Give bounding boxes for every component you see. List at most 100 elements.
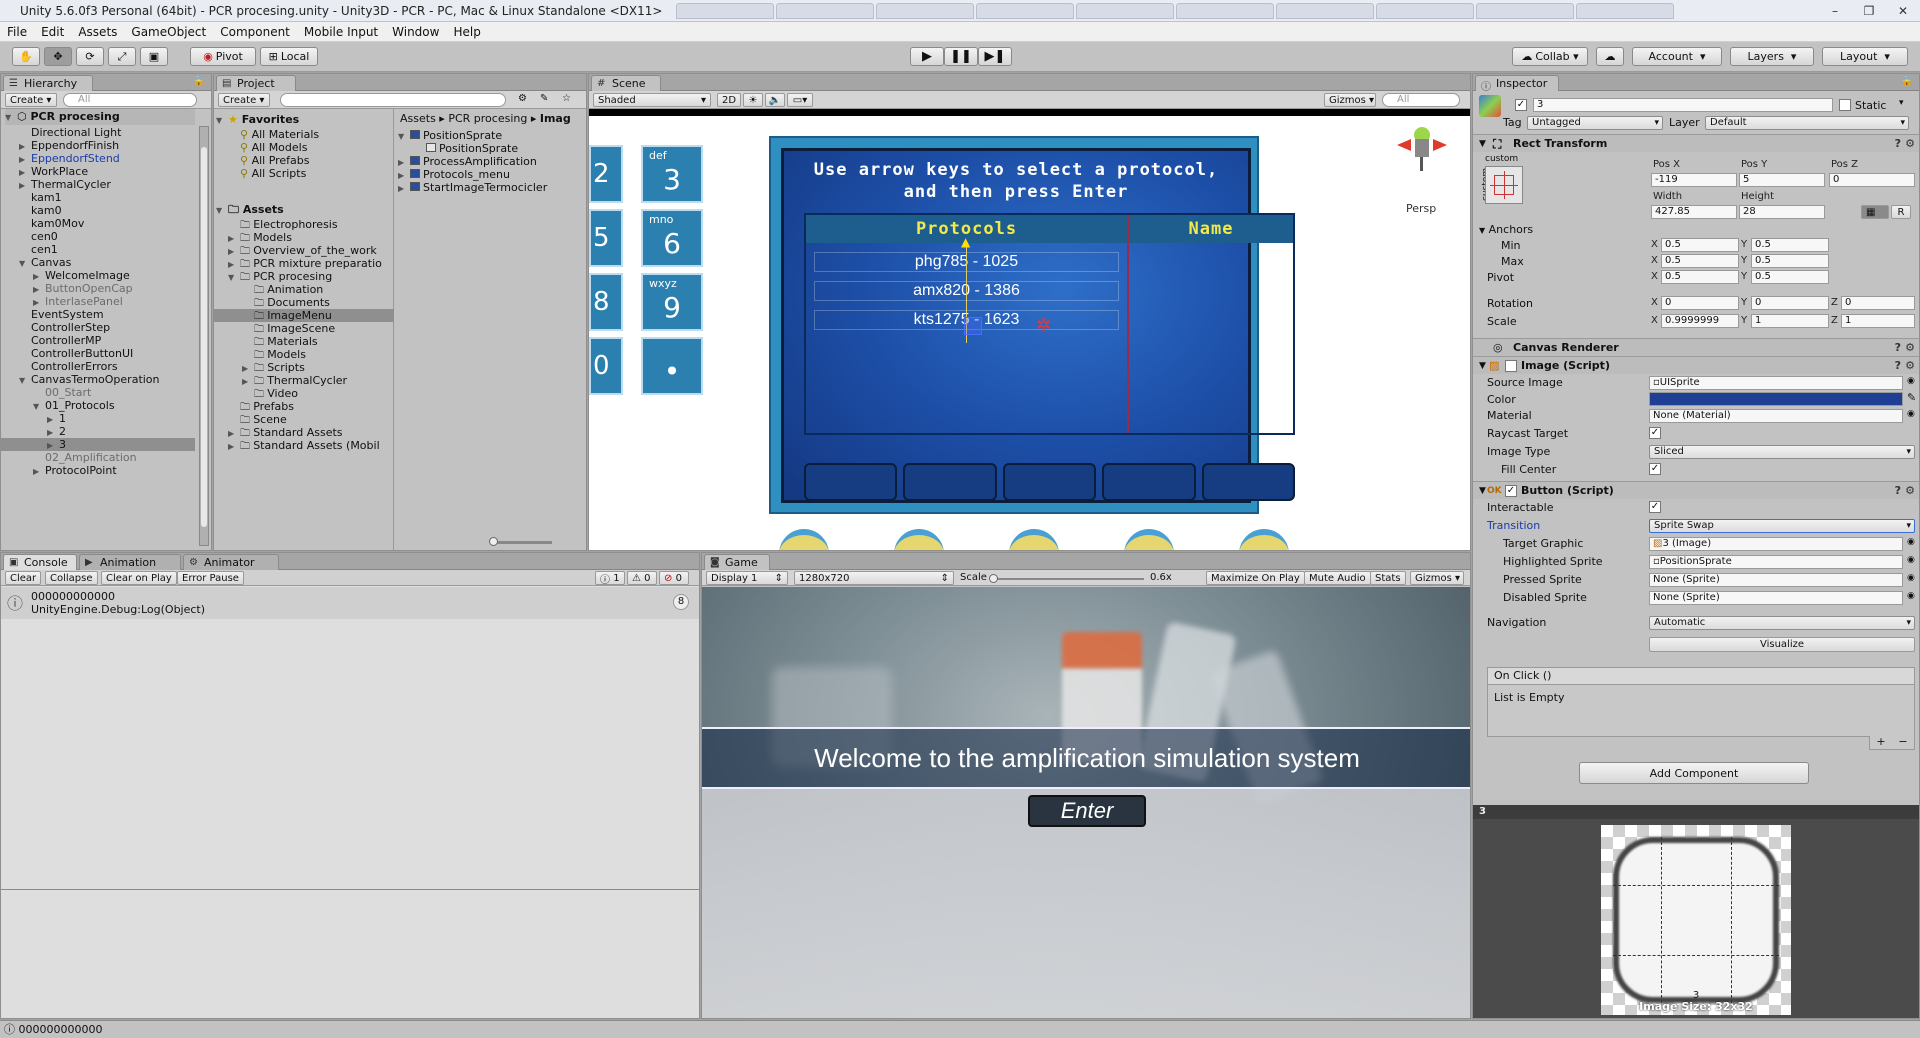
- asset-folder-item[interactable]: ▶ 🗀 ThermalCycler: [214, 374, 394, 387]
- scrollbar-thumb[interactable]: [201, 147, 207, 527]
- scene-search-input[interactable]: All: [1382, 93, 1460, 107]
- asset-folder-item[interactable]: ▶ 🗀 Standard Assets (Mobil: [214, 439, 394, 452]
- resolution-dropdown[interactable]: 1280x720 ⇕: [794, 571, 954, 585]
- gear-icon[interactable]: ⚙: [1905, 135, 1915, 153]
- hierarchy-item[interactable]: ▼ 01_Protocols: [1, 399, 195, 412]
- remove-listener-button[interactable]: −: [1898, 736, 1907, 749]
- panel-lock-icon[interactable]: 🔒: [1901, 76, 1913, 87]
- pivot-toggle[interactable]: ◉ Pivot: [190, 47, 256, 66]
- tab-console[interactable]: ▣ Console: [3, 554, 77, 570]
- asset-file-item[interactable]: PositionSprate: [414, 142, 518, 155]
- account-dropdown[interactable]: Account ▾: [1632, 47, 1722, 66]
- chevron-down-icon[interactable]: ▾: [1899, 98, 1904, 108]
- layout-dropdown[interactable]: Layout ▾: [1822, 47, 1908, 66]
- navigation-dropdown[interactable]: Automatic: [1649, 616, 1915, 630]
- asset-folder-item[interactable]: 🗀 Electrophoresis: [214, 218, 394, 231]
- asset-folder-item[interactable]: 🗀 ImageScene: [214, 322, 394, 335]
- highlighted-sprite-field[interactable]: ▫PositionSprate: [1649, 555, 1903, 569]
- softkey-2[interactable]: [903, 463, 997, 501]
- asset-folder-item[interactable]: 🗀 ImageMenu: [214, 309, 394, 322]
- anchor-max-y-field[interactable]: 0.5: [1751, 254, 1829, 268]
- breadcrumb-item[interactable]: Imag: [540, 112, 571, 125]
- assets-header[interactable]: ▼ 🗀 Assets: [216, 202, 284, 218]
- hierarchy-item[interactable]: 00_Start: [1, 386, 195, 399]
- anchor-presets-button[interactable]: [1485, 166, 1523, 204]
- asset-folder-item[interactable]: ▶ 🗀 PCR mixture preparatio: [214, 257, 394, 270]
- keypad-key[interactable]: •: [641, 337, 703, 395]
- move-gizmo-icon[interactable]: ✲: [1036, 315, 1051, 336]
- gear-icon[interactable]: ⚙: [1905, 357, 1915, 375]
- menu-item-gameobject[interactable]: GameObject: [124, 25, 213, 39]
- hierarchy-item[interactable]: ▶ WorkPlace: [1, 165, 195, 178]
- softkey-3[interactable]: [1002, 463, 1097, 501]
- cycler-button[interactable]: [779, 529, 829, 550]
- move-tool-button[interactable]: ✥: [44, 47, 72, 66]
- rotate-tool-button[interactable]: ⟳: [76, 47, 104, 66]
- slider-knob[interactable]: [989, 574, 998, 583]
- scale-x-field[interactable]: 0.9999999: [1661, 314, 1739, 328]
- visualize-button[interactable]: Visualize: [1649, 637, 1915, 652]
- posx-field[interactable]: -119: [1651, 173, 1737, 187]
- gear-icon[interactable]: ⚙: [1905, 482, 1915, 500]
- canvas-renderer-header[interactable]: ◎ Canvas Renderer ? ⚙: [1473, 338, 1919, 356]
- add-component-button[interactable]: Add Component: [1579, 762, 1809, 784]
- favorite-item[interactable]: ⚲ All Scripts: [240, 167, 306, 180]
- hierarchy-item[interactable]: ▼ Canvas: [1, 256, 195, 269]
- softkey-5[interactable]: [1201, 463, 1296, 501]
- gear-icon[interactable]: ⚙: [1905, 339, 1915, 357]
- help-icon[interactable]: ?: [1895, 482, 1901, 500]
- cycler-button[interactable]: [894, 529, 944, 550]
- tab-inspector[interactable]: ⓘ Inspector: [1475, 75, 1559, 93]
- hierarchy-create-button[interactable]: Create ▾: [5, 93, 57, 107]
- scale-tool-button[interactable]: ⤢: [108, 47, 136, 66]
- hierarchy-item[interactable]: ▶ WelcomeImage: [1, 269, 195, 282]
- button-enabled-checkbox[interactable]: ✓: [1505, 485, 1517, 497]
- anchor-max-x-field[interactable]: 0.5: [1661, 254, 1739, 268]
- warning-filter-toggle[interactable]: ⚠ 0: [627, 571, 657, 585]
- hierarchy-item[interactable]: Directional Light: [1, 126, 195, 139]
- menu-item-file[interactable]: File: [0, 25, 34, 39]
- info-filter-toggle[interactable]: ⓘ 1: [595, 571, 625, 586]
- expand-arrow-icon[interactable]: ▶: [228, 440, 240, 453]
- icon-size-slider[interactable]: [489, 537, 552, 546]
- keypad-key[interactable]: 2: [589, 145, 623, 203]
- tab-game[interactable]: ◙ Game: [704, 554, 770, 570]
- scene-effects-dropdown[interactable]: ▭▾: [787, 93, 813, 107]
- 2d-toggle[interactable]: 2D: [717, 93, 741, 107]
- color-field[interactable]: [1649, 392, 1903, 406]
- keypad-key[interactable]: mno 6: [641, 209, 703, 267]
- height-field[interactable]: 28: [1739, 205, 1825, 219]
- step-button[interactable]: ▶❚: [978, 47, 1012, 66]
- image-enabled-checkbox[interactable]: [1505, 360, 1517, 372]
- scene-viewport[interactable]: 2 5 8 0 def 3 mno 6 wxyz 9 • Use arrow keys to se…: [589, 109, 1470, 550]
- asset-folder-item[interactable]: ▶ 🗀 Standard Assets: [214, 426, 394, 439]
- enter-button[interactable]: Enter: [1028, 795, 1146, 827]
- menu-item-assets[interactable]: Assets: [71, 25, 124, 39]
- menu-item-help[interactable]: Help: [446, 25, 487, 39]
- asset-folder-item[interactable]: 🗀 Models: [214, 348, 394, 361]
- favorite-item[interactable]: ⚲ All Prefabs: [240, 154, 310, 167]
- maximize-button[interactable]: ❐: [1852, 4, 1886, 18]
- hierarchy-item[interactable]: ▶ ProtocolPoint: [1, 464, 195, 477]
- scene-orientation-gizmo[interactable]: [1387, 119, 1457, 179]
- asset-folder-item[interactable]: ▶ 🗀 Scripts: [214, 361, 394, 374]
- add-listener-button[interactable]: +: [1876, 736, 1885, 749]
- clear-on-play-button[interactable]: Clear on Play: [101, 571, 177, 585]
- menu-item-window[interactable]: Window: [385, 25, 446, 39]
- asset-folder-item[interactable]: 🗀 Prefabs: [214, 400, 394, 413]
- menu-item-edit[interactable]: Edit: [34, 25, 71, 39]
- scene-root-row[interactable]: ▼ ⬡ PCR procesing: [5, 109, 195, 125]
- width-field[interactable]: 427.85: [1651, 205, 1737, 219]
- active-checkbox[interactable]: ✓: [1515, 99, 1527, 111]
- rotation-x-field[interactable]: 0: [1661, 296, 1739, 310]
- hierarchy-item[interactable]: cen0: [1, 230, 195, 243]
- scale-z-field[interactable]: 1: [1841, 314, 1915, 328]
- object-picker-icon[interactable]: ◉: [1907, 555, 1915, 565]
- hierarchy-item[interactable]: ▶ EppendorfFinish: [1, 139, 195, 152]
- hierarchy-search-input[interactable]: All: [63, 93, 197, 107]
- console-splitter[interactable]: [1, 889, 699, 890]
- cycler-button[interactable]: [1239, 529, 1289, 550]
- rect-transform-header[interactable]: ▼ ⛶ Rect Transform ? ⚙: [1473, 134, 1919, 152]
- slider-knob[interactable]: [489, 537, 498, 546]
- tab-hierarchy[interactable]: ☰ Hierarchy: [3, 75, 93, 91]
